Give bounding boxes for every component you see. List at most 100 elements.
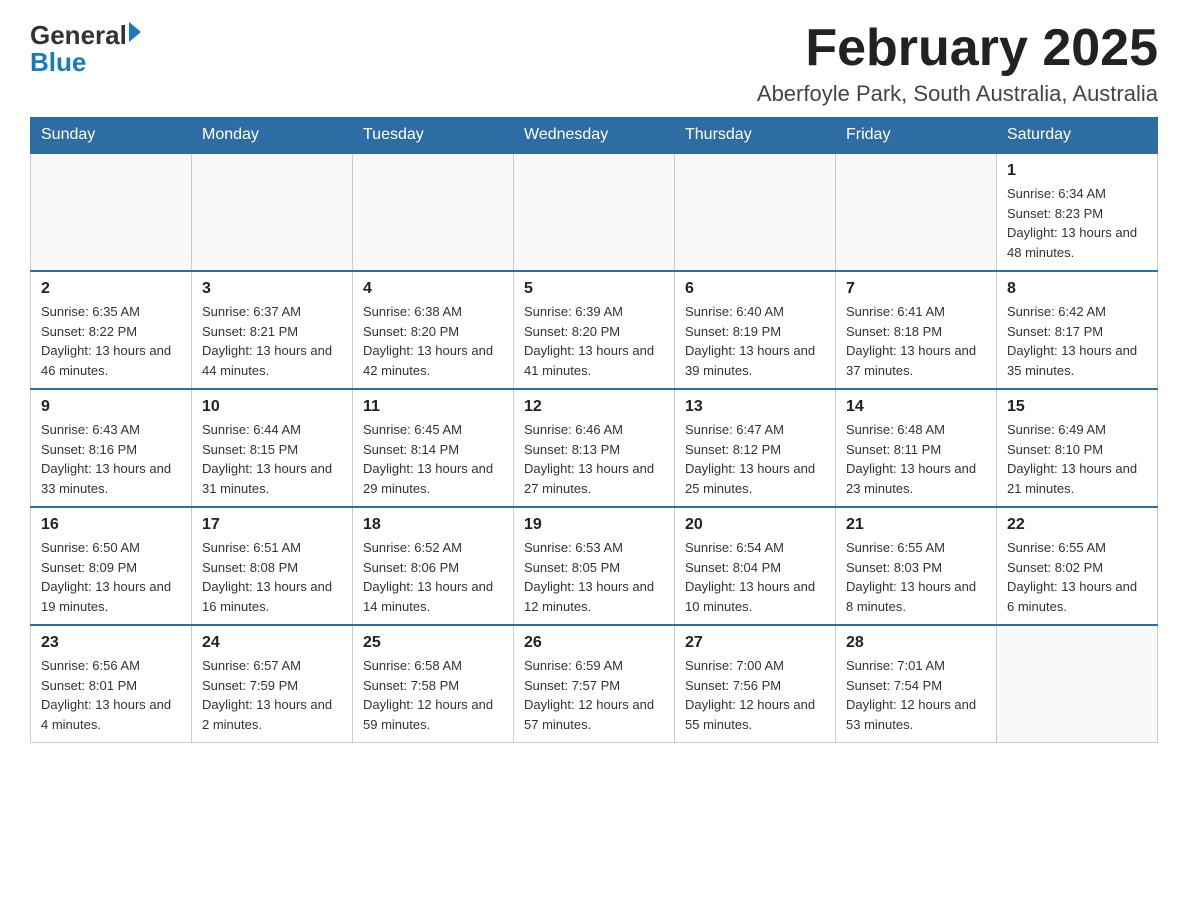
calendar-day-1: 1 Sunrise: 6:34 AM Sunset: 8:23 PM Daylig… (997, 153, 1158, 271)
day-info: Sunrise: 6:39 AM Sunset: 8:20 PM Dayligh… (524, 302, 664, 380)
day-number: 14 (846, 398, 986, 416)
day-number: 26 (524, 634, 664, 652)
logo-arrow-icon (129, 22, 141, 42)
day-number: 4 (363, 280, 503, 298)
day-number: 10 (202, 398, 342, 416)
day-info: Sunrise: 6:45 AM Sunset: 8:14 PM Dayligh… (363, 420, 503, 498)
day-number: 24 (202, 634, 342, 652)
day-info: Sunrise: 6:52 AM Sunset: 8:06 PM Dayligh… (363, 538, 503, 616)
calendar-week-row: 1 Sunrise: 6:34 AM Sunset: 8:23 PM Daylig… (31, 153, 1158, 271)
day-number: 20 (685, 516, 825, 534)
day-info: Sunrise: 6:43 AM Sunset: 8:16 PM Dayligh… (41, 420, 181, 498)
calendar-header-row: SundayMondayTuesdayWednesdayThursdayFrid… (31, 118, 1158, 154)
day-info: Sunrise: 6:50 AM Sunset: 8:09 PM Dayligh… (41, 538, 181, 616)
day-number: 21 (846, 516, 986, 534)
calendar-day-7: 7 Sunrise: 6:41 AM Sunset: 8:18 PM Daylig… (836, 271, 997, 389)
calendar-day-22: 22 Sunrise: 6:55 AM Sunset: 8:02 PM Dayli… (997, 507, 1158, 625)
calendar-day-26: 26 Sunrise: 6:59 AM Sunset: 7:57 PM Dayli… (514, 625, 675, 743)
day-number: 1 (1007, 162, 1147, 180)
day-number: 28 (846, 634, 986, 652)
day-number: 13 (685, 398, 825, 416)
calendar-day-21: 21 Sunrise: 6:55 AM Sunset: 8:03 PM Dayli… (836, 507, 997, 625)
calendar-header-wednesday: Wednesday (514, 118, 675, 154)
day-info: Sunrise: 6:56 AM Sunset: 8:01 PM Dayligh… (41, 656, 181, 734)
day-number: 18 (363, 516, 503, 534)
calendar-header-thursday: Thursday (675, 118, 836, 154)
calendar-header-saturday: Saturday (997, 118, 1158, 154)
calendar-day-13: 13 Sunrise: 6:47 AM Sunset: 8:12 PM Dayli… (675, 389, 836, 507)
calendar-day-6: 6 Sunrise: 6:40 AM Sunset: 8:19 PM Daylig… (675, 271, 836, 389)
calendar-day-23: 23 Sunrise: 6:56 AM Sunset: 8:01 PM Dayli… (31, 625, 192, 743)
day-info: Sunrise: 6:41 AM Sunset: 8:18 PM Dayligh… (846, 302, 986, 380)
calendar-week-row: 9 Sunrise: 6:43 AM Sunset: 8:16 PM Daylig… (31, 389, 1158, 507)
day-number: 3 (202, 280, 342, 298)
calendar-header-monday: Monday (192, 118, 353, 154)
month-title: February 2025 (757, 20, 1158, 77)
calendar-day-10: 10 Sunrise: 6:44 AM Sunset: 8:15 PM Dayli… (192, 389, 353, 507)
calendar-empty-cell (31, 153, 192, 271)
calendar-day-16: 16 Sunrise: 6:50 AM Sunset: 8:09 PM Dayli… (31, 507, 192, 625)
calendar-day-9: 9 Sunrise: 6:43 AM Sunset: 8:16 PM Daylig… (31, 389, 192, 507)
logo-blue-text: Blue (30, 47, 86, 78)
calendar-day-17: 17 Sunrise: 6:51 AM Sunset: 8:08 PM Dayli… (192, 507, 353, 625)
day-info: Sunrise: 6:59 AM Sunset: 7:57 PM Dayligh… (524, 656, 664, 734)
day-info: Sunrise: 6:42 AM Sunset: 8:17 PM Dayligh… (1007, 302, 1147, 380)
title-block: February 2025 Aberfoyle Park, South Aust… (757, 20, 1158, 107)
day-number: 25 (363, 634, 503, 652)
calendar-day-25: 25Sunrise: 6:58 AM Sunset: 7:58 PM Dayli… (353, 625, 514, 743)
day-number: 16 (41, 516, 181, 534)
calendar-week-row: 2 Sunrise: 6:35 AM Sunset: 8:22 PM Daylig… (31, 271, 1158, 389)
day-info: Sunrise: 7:01 AM Sunset: 7:54 PM Dayligh… (846, 656, 986, 734)
calendar-day-4: 4Sunrise: 6:38 AM Sunset: 8:20 PM Daylig… (353, 271, 514, 389)
day-number: 9 (41, 398, 181, 416)
day-info: Sunrise: 6:37 AM Sunset: 8:21 PM Dayligh… (202, 302, 342, 380)
day-info: Sunrise: 6:35 AM Sunset: 8:22 PM Dayligh… (41, 302, 181, 380)
day-number: 2 (41, 280, 181, 298)
day-number: 23 (41, 634, 181, 652)
day-info: Sunrise: 6:51 AM Sunset: 8:08 PM Dayligh… (202, 538, 342, 616)
calendar-empty-cell (836, 153, 997, 271)
calendar-day-28: 28 Sunrise: 7:01 AM Sunset: 7:54 PM Dayli… (836, 625, 997, 743)
calendar-day-20: 20 Sunrise: 6:54 AM Sunset: 8:04 PM Dayli… (675, 507, 836, 625)
calendar-day-3: 3 Sunrise: 6:37 AM Sunset: 8:21 PM Daylig… (192, 271, 353, 389)
calendar-day-27: 27 Sunrise: 7:00 AM Sunset: 7:56 PM Dayli… (675, 625, 836, 743)
day-info: Sunrise: 6:46 AM Sunset: 8:13 PM Dayligh… (524, 420, 664, 498)
day-number: 22 (1007, 516, 1147, 534)
calendar-day-11: 11Sunrise: 6:45 AM Sunset: 8:14 PM Dayli… (353, 389, 514, 507)
day-number: 7 (846, 280, 986, 298)
calendar-empty-cell (514, 153, 675, 271)
day-info: Sunrise: 6:53 AM Sunset: 8:05 PM Dayligh… (524, 538, 664, 616)
calendar-empty-cell (675, 153, 836, 271)
calendar-day-8: 8 Sunrise: 6:42 AM Sunset: 8:17 PM Daylig… (997, 271, 1158, 389)
day-info: Sunrise: 6:55 AM Sunset: 8:02 PM Dayligh… (1007, 538, 1147, 616)
calendar-day-12: 12Sunrise: 6:46 AM Sunset: 8:13 PM Dayli… (514, 389, 675, 507)
day-info: Sunrise: 6:34 AM Sunset: 8:23 PM Dayligh… (1007, 184, 1147, 262)
calendar-table: SundayMondayTuesdayWednesdayThursdayFrid… (30, 117, 1158, 743)
calendar-empty-cell (997, 625, 1158, 743)
day-info: Sunrise: 6:47 AM Sunset: 8:12 PM Dayligh… (685, 420, 825, 498)
day-number: 19 (524, 516, 664, 534)
day-number: 8 (1007, 280, 1147, 298)
day-info: Sunrise: 7:00 AM Sunset: 7:56 PM Dayligh… (685, 656, 825, 734)
day-number: 5 (524, 280, 664, 298)
day-info: Sunrise: 6:40 AM Sunset: 8:19 PM Dayligh… (685, 302, 825, 380)
calendar-day-15: 15 Sunrise: 6:49 AM Sunset: 8:10 PM Dayli… (997, 389, 1158, 507)
day-number: 17 (202, 516, 342, 534)
day-number: 15 (1007, 398, 1147, 416)
day-info: Sunrise: 6:49 AM Sunset: 8:10 PM Dayligh… (1007, 420, 1147, 498)
calendar-header-tuesday: Tuesday (353, 118, 514, 154)
calendar-day-2: 2 Sunrise: 6:35 AM Sunset: 8:22 PM Daylig… (31, 271, 192, 389)
day-number: 6 (685, 280, 825, 298)
calendar-day-14: 14 Sunrise: 6:48 AM Sunset: 8:11 PM Dayli… (836, 389, 997, 507)
calendar-day-24: 24 Sunrise: 6:57 AM Sunset: 7:59 PM Dayli… (192, 625, 353, 743)
day-number: 27 (685, 634, 825, 652)
page-header: General Blue February 2025 Aberfoyle Par… (30, 20, 1158, 107)
day-info: Sunrise: 6:55 AM Sunset: 8:03 PM Dayligh… (846, 538, 986, 616)
day-info: Sunrise: 6:54 AM Sunset: 8:04 PM Dayligh… (685, 538, 825, 616)
day-info: Sunrise: 6:44 AM Sunset: 8:15 PM Dayligh… (202, 420, 342, 498)
calendar-week-row: 23 Sunrise: 6:56 AM Sunset: 8:01 PM Dayli… (31, 625, 1158, 743)
calendar-day-19: 19 Sunrise: 6:53 AM Sunset: 8:05 PM Dayli… (514, 507, 675, 625)
day-info: Sunrise: 6:48 AM Sunset: 8:11 PM Dayligh… (846, 420, 986, 498)
day-info: Sunrise: 6:57 AM Sunset: 7:59 PM Dayligh… (202, 656, 342, 734)
calendar-empty-cell (192, 153, 353, 271)
